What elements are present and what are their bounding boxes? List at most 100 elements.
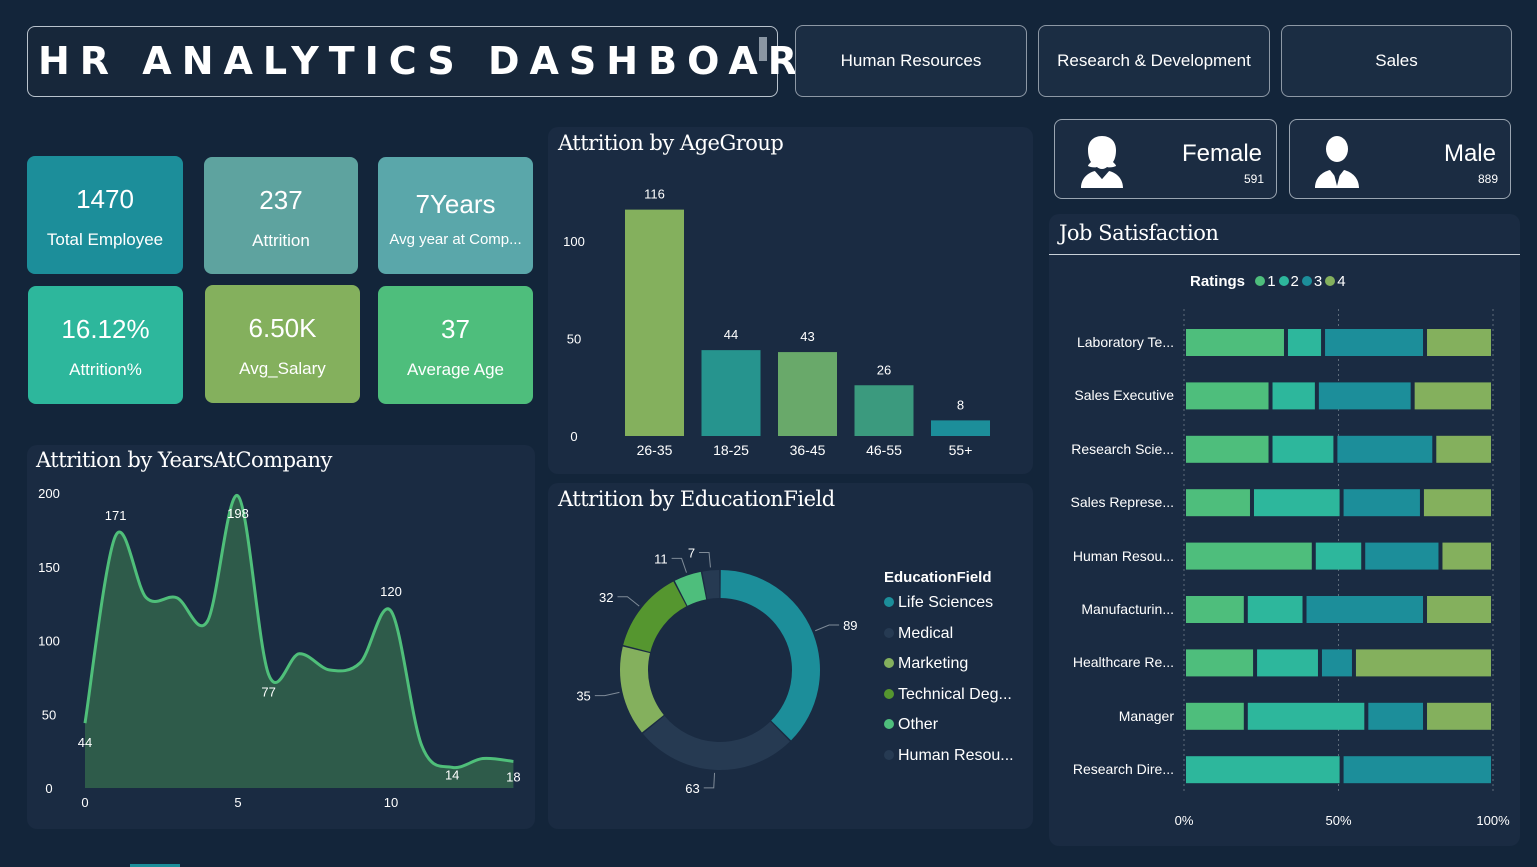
legend-label: Human Resou... <box>898 746 1014 764</box>
bar-segment <box>1343 756 1491 784</box>
x-tick-label: 46-55 <box>866 442 902 458</box>
data-label: 8 <box>957 397 964 412</box>
y-tick-label: 50 <box>42 707 56 722</box>
legend-label: Marketing <box>898 655 969 672</box>
department-button-research-development[interactable]: Research & Development <box>1038 25 1270 97</box>
legend-dot <box>884 658 894 668</box>
bar-segment <box>1186 649 1254 677</box>
bar-segment <box>1272 382 1315 410</box>
bar-segment <box>1414 382 1491 410</box>
legend-dot <box>884 749 894 760</box>
kpi-label: Total Employee <box>46 230 164 249</box>
slice-Medical <box>642 715 790 770</box>
data-label: 11 <box>654 551 668 566</box>
area-fill <box>85 495 514 788</box>
bar-segment <box>1287 329 1322 356</box>
male-user-icon <box>1315 136 1359 188</box>
slice-Life Sciences <box>720 570 820 741</box>
page-title: HR ANALYTICS DASHBOAR <box>38 39 808 83</box>
bar-segment <box>1427 596 1491 623</box>
education-field-panel: Attrition by EducationField 89 63 35 32 11 7 … <box>548 483 1033 829</box>
bar-segment <box>1442 542 1491 570</box>
bar-segment <box>1186 756 1340 784</box>
data-label: 171 <box>105 508 127 523</box>
job-satisfaction-panel: Job Satisfaction Ratings 1234 Laboratory… <box>1049 214 1520 846</box>
bar-segment <box>1436 435 1491 463</box>
bar-segment <box>1355 649 1491 677</box>
bar-segment <box>1423 489 1491 517</box>
kpi-avg-years: 7Years Avg year at Comp... <box>378 157 533 274</box>
kpi-attrition-percent: 16.12% Attrition% <box>28 286 183 404</box>
years-at-company-chart: 0 50 100 150 200 0 5 10 44 171 198 77 120 14 18 <box>38 486 520 810</box>
education-legend-title: EducationField <box>884 569 992 586</box>
bar-segment <box>1337 435 1433 463</box>
leader-line <box>671 557 687 573</box>
kpi-value: 6.50K <box>248 313 317 343</box>
bar-segment <box>1186 382 1269 410</box>
bar-segment <box>1186 329 1284 356</box>
female-count: 591 <box>1243 172 1264 186</box>
male-label: Male <box>1443 140 1496 167</box>
y-tick-label: 0 <box>45 781 52 796</box>
gender-card-female[interactable]: Female 591 <box>1054 119 1277 199</box>
x-tick-label: 26-35 <box>637 442 673 458</box>
legend-item[interactable]: Life Sciences <box>884 594 993 612</box>
kpi-value: 16.12% <box>61 314 150 344</box>
bar-segment <box>1318 382 1411 410</box>
bar-55+ <box>931 420 990 436</box>
department-button-sales[interactable]: Sales <box>1281 25 1512 97</box>
kpi-label: Avg_Salary <box>239 359 326 378</box>
male-count: 889 <box>1477 172 1498 186</box>
legend-dot <box>884 688 894 699</box>
bar-segment <box>1186 542 1312 570</box>
bar-segment <box>1257 649 1318 677</box>
x-tick-label: 5 <box>234 795 241 810</box>
bar-segment <box>1315 542 1362 570</box>
kpi-value: 7Years <box>415 189 496 219</box>
data-label: 116 <box>644 187 665 202</box>
bar-segment <box>1427 329 1491 356</box>
kpi-label: Avg year at Comp... <box>389 231 522 248</box>
kpi-value: 237 <box>259 185 303 215</box>
data-label: 7 <box>688 546 695 561</box>
bar-segment <box>1343 489 1420 517</box>
age-group-panel: Attrition by AgeGroup 0 50 100 116 26-35 44 18… <box>548 127 1033 474</box>
leader-line <box>703 772 716 789</box>
x-tick-label: 0 <box>81 795 88 810</box>
legend-item[interactable]: Marketing <box>884 655 968 673</box>
bar-segment <box>1427 702 1491 730</box>
legend-label: Life Sciences <box>898 594 994 611</box>
legend-item[interactable]: Medical <box>884 625 953 643</box>
bar-segment <box>1272 435 1334 463</box>
age-group-chart: 0 50 100 116 26-35 44 18-25 43 36-45 26 46-55 8 55+ <box>563 187 990 458</box>
data-label: 14 <box>445 767 459 782</box>
female-user-icon <box>1081 136 1123 188</box>
data-label: 26 <box>877 362 891 377</box>
legend-label: Medical <box>898 624 954 642</box>
data-label: 77 <box>261 684 275 699</box>
legend-item[interactable]: Other <box>884 716 938 734</box>
bar-segment <box>1247 702 1365 730</box>
legend-item[interactable]: Human Resou... <box>884 747 1014 765</box>
legend-item[interactable]: Technical Deg... <box>884 686 1012 704</box>
kpi-label: Attrition <box>252 231 310 250</box>
bar-26-35 <box>625 209 684 436</box>
gender-card-male[interactable]: Male 889 <box>1289 119 1511 199</box>
bar-segment <box>1253 489 1340 517</box>
title-box: HR ANALYTICS DASHBOAR <box>27 26 797 97</box>
x-tick-label: 55+ <box>949 442 973 458</box>
kpi-avg-salary: 6.50K Avg_Salary <box>205 285 360 403</box>
slice-Marketing <box>620 646 664 733</box>
data-label: 44 <box>78 735 92 750</box>
data-label: 44 <box>724 327 738 342</box>
bar-segment <box>1186 435 1269 463</box>
bar-46-55 <box>854 385 914 436</box>
education-field-legend: EducationField Life Sciences Medical Marke… <box>884 569 1029 769</box>
legend-dot <box>884 597 894 607</box>
x-tick-label: 10 <box>384 795 398 810</box>
kpi-attrition: 237 Attrition <box>204 157 358 274</box>
department-button-human-resources[interactable]: Human Resources <box>795 25 1027 97</box>
data-label: 18 <box>506 769 520 784</box>
leader-line <box>699 552 711 568</box>
slice-Technical Deg... <box>623 581 687 652</box>
